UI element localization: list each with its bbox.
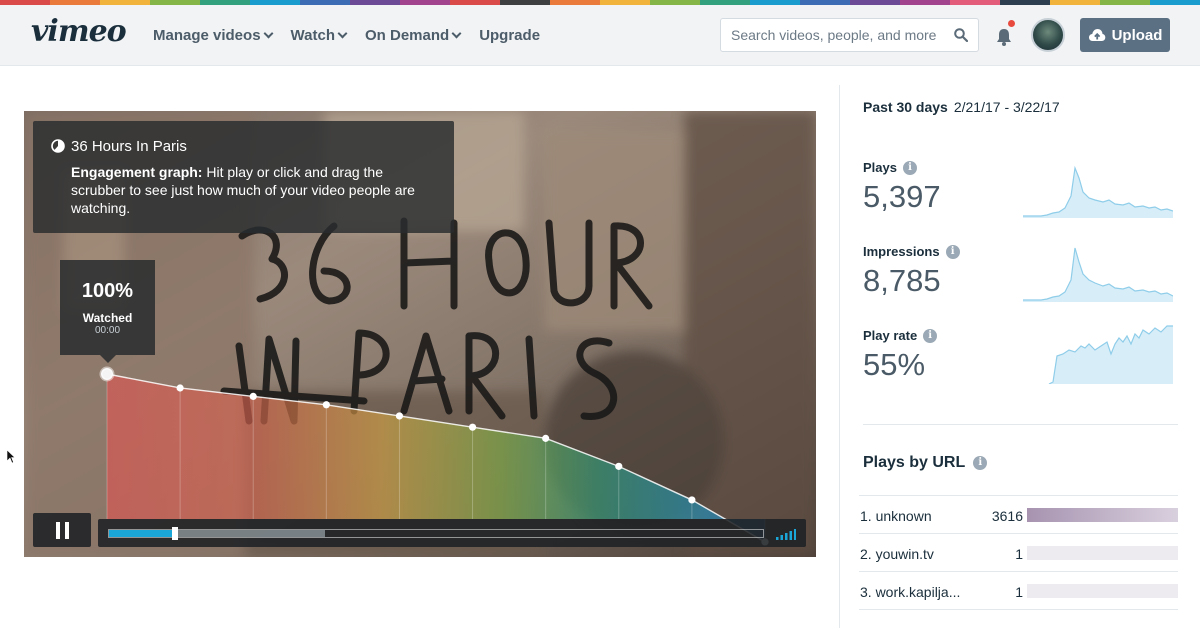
info-icon[interactable]: i [902, 160, 917, 175]
url-title-label: Plays by URL [863, 454, 966, 471]
search-input[interactable] [721, 19, 941, 51]
engagement-point[interactable] [615, 462, 623, 470]
watched-percent: 100% [81, 280, 134, 302]
notification-bell-icon[interactable] [995, 27, 1013, 47]
chevron-down-icon [263, 28, 273, 39]
mouse-cursor-icon [7, 450, 15, 464]
engagement-point[interactable] [688, 496, 696, 504]
video-player[interactable]: 36 Hours In Paris Engagement graph: Hit … [24, 111, 816, 557]
watched-time: 00:00 [94, 325, 121, 336]
vimeo-logo[interactable]: vimeo [31, 14, 127, 49]
plays-label: Plays [863, 160, 897, 175]
url-bar-fill [1027, 508, 1178, 522]
plays-by-url-title: Plays by URL i [863, 454, 988, 472]
player-controls [98, 519, 806, 547]
engagement-point[interactable] [322, 401, 330, 409]
plays-value: 5,397 [863, 179, 941, 214]
watched-label: Watched [82, 311, 133, 325]
engagement-point[interactable] [395, 412, 404, 420]
range-label: Past 30 days [863, 99, 948, 115]
watched-callout: 100% Watched 00:00 [60, 260, 155, 363]
play-rate-sparkline [1023, 325, 1173, 384]
played-bar [109, 530, 175, 537]
url-count: 3616 [991, 508, 1023, 524]
nav-watch[interactable]: Watch [290, 27, 348, 44]
plays-sparkline [1023, 165, 1173, 218]
impressions-stat: Impressions i 8,785 [863, 244, 960, 299]
search-box [720, 18, 979, 52]
section-divider [863, 424, 1178, 425]
impressions-value: 8,785 [863, 263, 941, 298]
nav-label: Watch [290, 27, 335, 44]
info-icon[interactable]: i [973, 456, 988, 470]
engagement-point[interactable] [249, 392, 257, 400]
avatar[interactable] [1031, 18, 1065, 52]
engagement-point[interactable] [468, 423, 477, 431]
url-row[interactable]: 2. youwin.tv 1 [859, 533, 1178, 571]
url-row[interactable]: 1. unknown 3616 [859, 495, 1178, 533]
play-rate-value: 55% [863, 347, 926, 382]
impressions-label: Impressions [863, 244, 940, 259]
progress-scrubber[interactable] [108, 527, 764, 540]
search-icon[interactable] [954, 28, 968, 42]
engagement-tooltip: 36 Hours In Paris Engagement graph: Hit … [33, 121, 454, 233]
url-bar-track [1027, 546, 1178, 560]
info-icon[interactable]: i [945, 244, 960, 259]
volume-icon[interactable] [776, 528, 796, 540]
nav-upgrade[interactable]: Upgrade [479, 27, 540, 44]
url-count: 1 [1015, 584, 1023, 600]
tip-body: Engagement graph: Hit play or click and … [71, 163, 431, 217]
range-dates: 2/21/17 - 3/22/17 [953, 99, 1060, 115]
upload-button[interactable]: Upload [1080, 18, 1170, 52]
cloud-upload-icon [1088, 29, 1105, 41]
engagement-point[interactable] [542, 434, 550, 442]
nav-label: Manage videos [153, 27, 261, 44]
upload-label: Upload [1111, 26, 1163, 44]
url-name: 1. unknown [860, 508, 932, 524]
tip-heading: Engagement graph: [71, 164, 203, 180]
info-icon[interactable]: i [923, 328, 938, 343]
url-bar-track [1027, 508, 1178, 522]
nav-label: Upgrade [479, 27, 541, 44]
nav-manage-videos[interactable]: Manage videos [153, 27, 273, 44]
url-name: 3. work.kapilja... [860, 584, 961, 600]
date-range[interactable]: Past 30 days 2/21/17 - 3/22/17 [863, 99, 1060, 115]
url-bar-track [1027, 584, 1178, 598]
plays-stat: Plays i 5,397 [863, 160, 941, 215]
play-rate-label: Play rate [863, 328, 918, 343]
play-rate-stat: Play rate i 55% [863, 328, 938, 383]
impressions-sparkline [1023, 247, 1173, 302]
engagement-point[interactable] [176, 384, 184, 392]
nav-on-demand[interactable]: On Demand [365, 27, 462, 44]
chevron-down-icon [451, 28, 462, 39]
url-name: 2. youwin.tv [860, 546, 934, 562]
engagement-point[interactable] [99, 366, 115, 382]
url-row[interactable]: 3. work.kapilja... 1 [859, 571, 1178, 610]
nav-label: On Demand [365, 27, 450, 44]
chevron-down-icon [337, 28, 348, 39]
pause-button[interactable] [33, 513, 91, 547]
notification-badge [1008, 20, 1015, 27]
video-title: 36 Hours In Paris [71, 138, 187, 155]
top-nav-bar: vimeo Manage videos Watch On Demand Upgr… [0, 5, 1200, 66]
panel-divider [839, 85, 840, 628]
scrubber-handle[interactable] [171, 527, 178, 540]
url-count: 1 [1015, 546, 1023, 562]
main-nav: Manage videos Watch On Demand Upgrade [153, 27, 559, 44]
pie-chart-icon [51, 139, 65, 153]
